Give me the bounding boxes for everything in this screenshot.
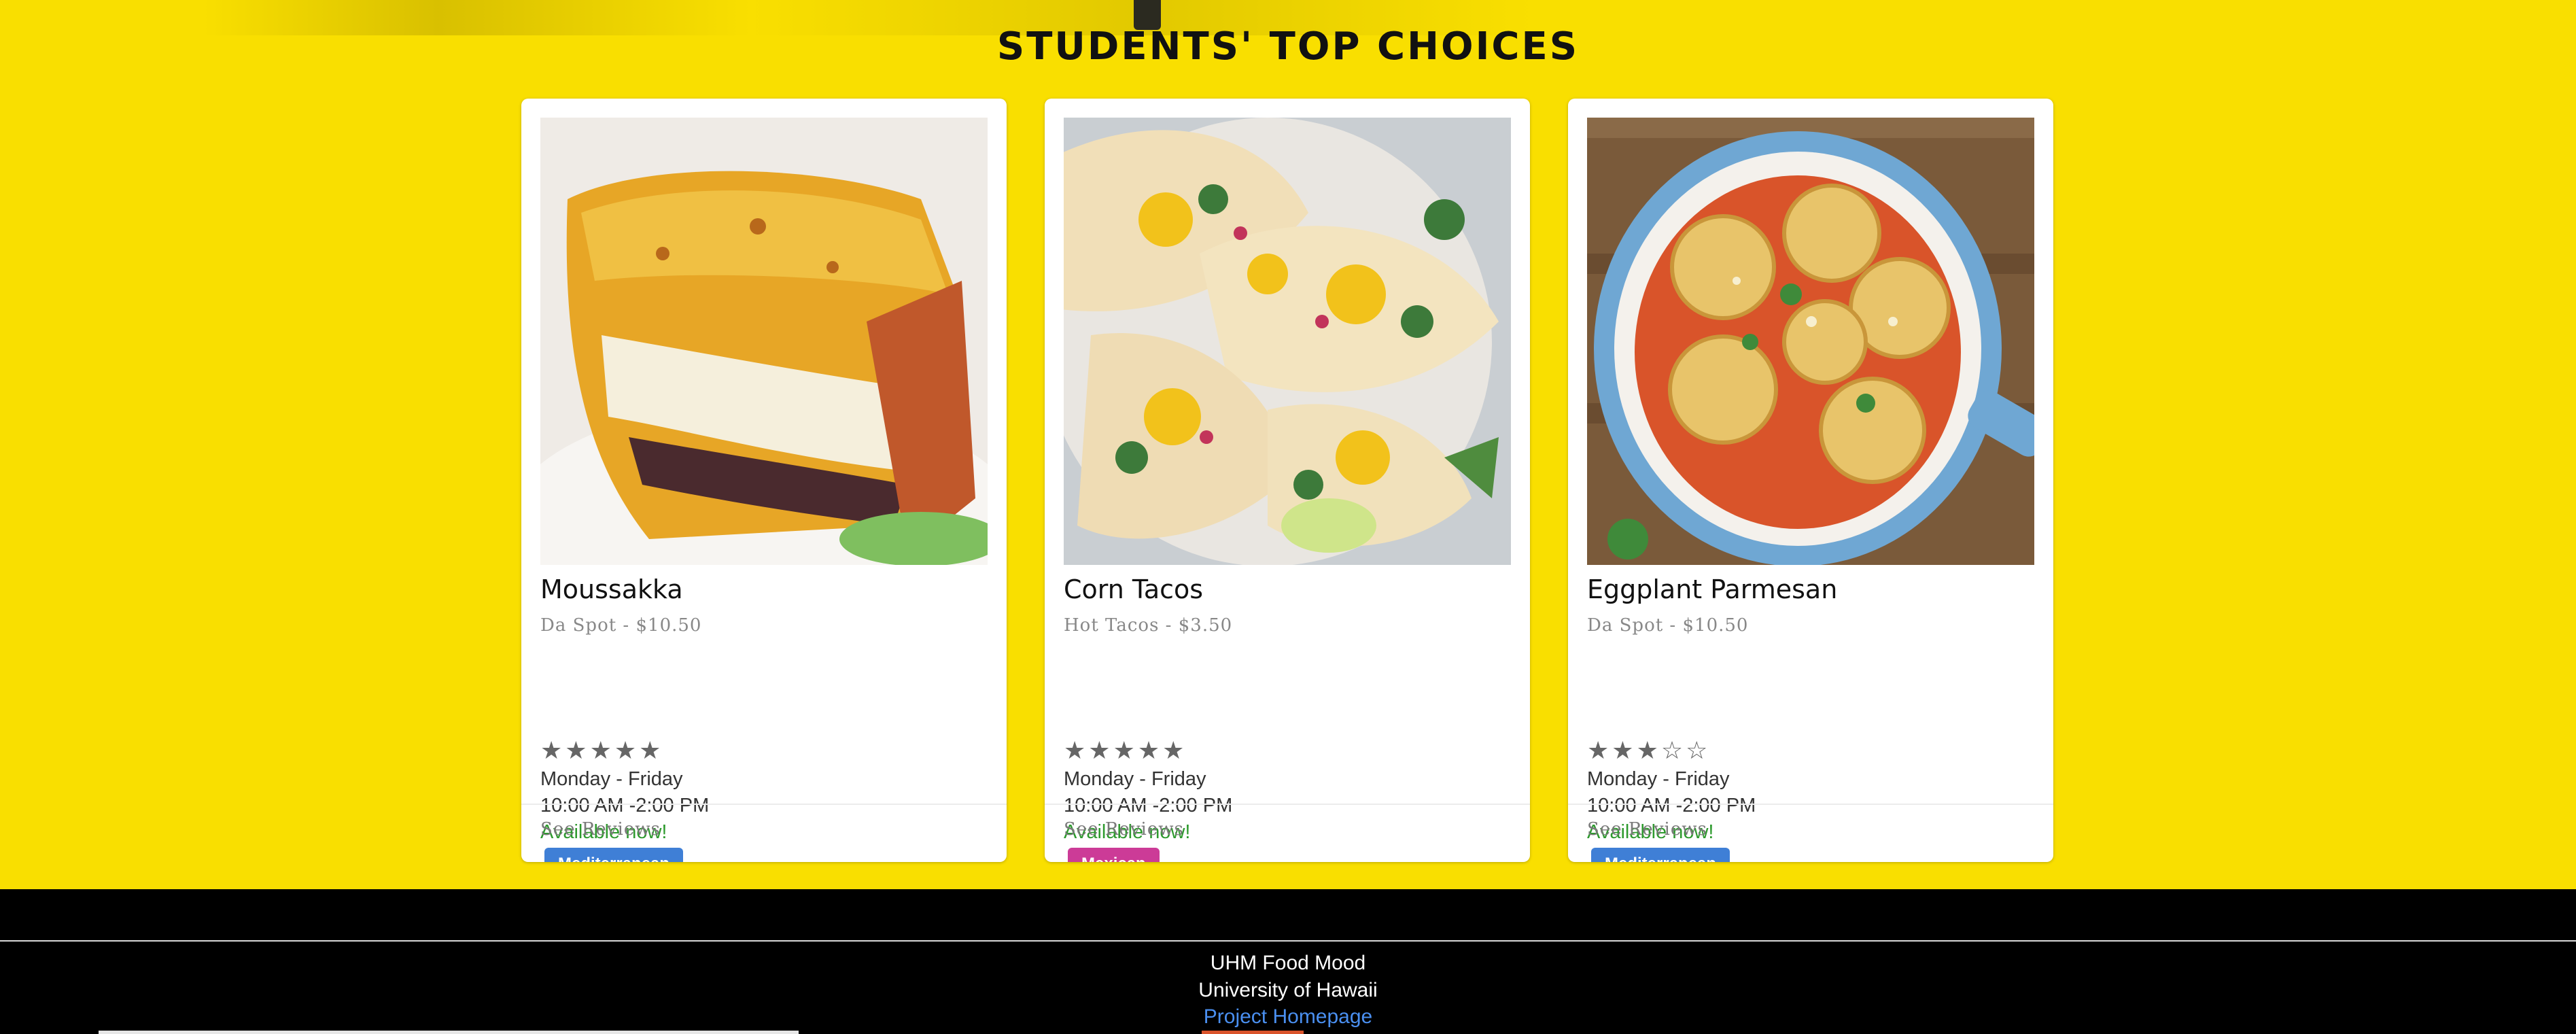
footer-divider [0,940,2576,942]
food-card-corn-tacos: Corn Tacos Hot Tacos - $3.50 ★ ★ ★ ★ ★ Monda… [1045,99,1530,862]
availability-days: Monday - Friday [1587,768,1730,790]
cuisine-tag[interactable]: Mediterranean [1591,848,1730,862]
cuisine-tag[interactable]: Mexican [1068,848,1160,862]
star-filled-icon: ★ [1612,736,1634,764]
food-name: Moussakka [540,574,683,604]
footer-app-name: UHM Food Mood [1210,952,1366,974]
food-card-eggplant-parmesan: Eggplant Parmesan Da Spot - $10.50 ★ ★ ★ ☆ ☆… [1568,99,2053,862]
star-filled-icon: ★ [1636,736,1658,764]
food-image-moussakka [540,118,988,565]
star-filled-icon: ★ [589,736,612,764]
vendor-price: Da Spot - $10.50 [1587,615,1749,636]
star-filled-icon: ★ [1113,736,1135,764]
vendor-price: Hot Tacos - $3.50 [1064,615,1233,636]
rating-stars: ★ ★ ★ ★ ★ [540,736,663,765]
food-card-moussakka: Moussakka Da Spot - $10.50 ★ ★ ★ ★ ★ Monday … [521,99,1007,862]
card-divider [1045,804,1530,805]
see-reviews-link[interactable]: See Reviews [540,819,661,840]
availability-days: Monday - Friday [540,768,683,790]
star-filled-icon: ★ [614,736,637,764]
star-filled-icon: ★ [1088,736,1111,764]
project-homepage-link[interactable]: Project Homepage [1204,1005,1372,1028]
star-filled-icon: ★ [540,736,563,764]
section-title: STUDENTS' TOP CHOICES [996,24,1580,69]
food-image-corn-tacos [1064,118,1511,565]
star-filled-icon: ★ [1162,736,1185,764]
availability-days: Monday - Friday [1064,768,1206,790]
star-empty-icon: ☆ [1660,736,1684,764]
food-name: Corn Tacos [1064,574,1204,604]
footer-university: University of Hawaii [1198,979,1378,1001]
star-filled-icon: ★ [565,736,587,764]
availability-hours: 10:00 AM -2:00 PM [1064,795,1233,816]
star-filled-icon: ★ [1137,736,1160,764]
star-empty-icon: ☆ [1686,736,1708,764]
footer-link-underline [1202,1031,1304,1034]
availability-hours: 10:00 AM -2:00 PM [540,795,710,816]
vendor-price: Da Spot - $10.50 [540,615,702,636]
see-reviews-link[interactable]: See Reviews [1587,819,1707,840]
footer-bottom-bar [99,1031,799,1034]
food-image-eggplant-parmesan [1587,118,2034,565]
see-reviews-link[interactable]: See Reviews [1064,819,1184,840]
cuisine-tag[interactable]: Mediterranean [544,848,684,862]
top-choices-section: STUDENTS' TOP CHOICES Moussakka Da Spot … [0,0,2576,889]
rating-stars: ★ ★ ★ ☆ ☆ [1587,736,1710,765]
star-filled-icon: ★ [639,736,661,764]
food-name: Eggplant Parmesan [1587,574,1838,604]
rating-stars: ★ ★ ★ ★ ★ [1064,736,1187,765]
star-filled-icon: ★ [1064,736,1086,764]
card-divider [521,804,1007,805]
availability-hours: 10:00 AM -2:00 PM [1587,795,1756,816]
star-filled-icon: ★ [1587,736,1609,764]
card-divider [1568,804,2053,805]
footer-link-row: Project Homepage [0,1005,2576,1029]
